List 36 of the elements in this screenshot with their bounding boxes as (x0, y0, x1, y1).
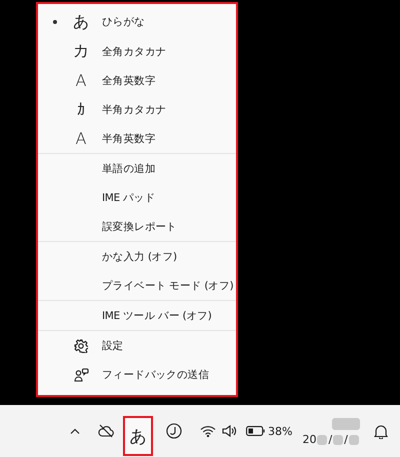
ime-mode-button[interactable]: あ (123, 416, 153, 456)
menu-item[interactable]: 誤変換レポート (38, 212, 236, 241)
clock-icon (166, 423, 182, 439)
people-icon (74, 368, 88, 382)
mode-glyph: あ (73, 12, 89, 32)
menu-item[interactable]: A 半角英数字 (38, 124, 236, 153)
cloud-off-icon (98, 424, 114, 438)
date-text: / (328, 433, 332, 446)
menu-item[interactable]: IME ツール バー (オフ) (38, 301, 236, 330)
menu-item[interactable]: IME パッド (38, 183, 236, 212)
menu-item[interactable]: カ 全角カタカナ (38, 37, 236, 66)
battery-percentage: 38% (268, 424, 292, 438)
mode-glyph: ｶ (77, 100, 85, 119)
menu-item[interactable]: あ ひらがな (38, 7, 236, 37)
battery-icon (246, 426, 265, 436)
blurred-date (333, 434, 344, 444)
mode-glyph: A (76, 71, 86, 90)
chevron-up-icon (70, 428, 80, 434)
menu-item[interactable]: プライベート モード (オフ) (38, 271, 236, 300)
menu-item[interactable]: 単語の追加 (38, 154, 236, 183)
menu-item[interactable]: かな入力 (オフ) (38, 242, 236, 271)
date-text: / (344, 433, 348, 446)
blurred-date (348, 434, 359, 444)
bell-icon (374, 424, 388, 438)
menu-item[interactable]: フィードバックの送信 (38, 360, 236, 389)
blurred-date (317, 434, 328, 444)
speaker-icon (222, 425, 237, 437)
blurred-time (332, 418, 360, 430)
date-text: 20 (302, 433, 316, 446)
settings-icon (74, 338, 88, 352)
menu-item[interactable]: 設定 (38, 331, 236, 360)
wifi-icon (200, 425, 216, 437)
menu-item[interactable]: A 全角英数字 (38, 66, 236, 95)
menu-item[interactable]: ｶ 半角カタカナ (38, 95, 236, 124)
mode-glyph: カ (73, 41, 89, 62)
mode-glyph: A (76, 129, 86, 148)
